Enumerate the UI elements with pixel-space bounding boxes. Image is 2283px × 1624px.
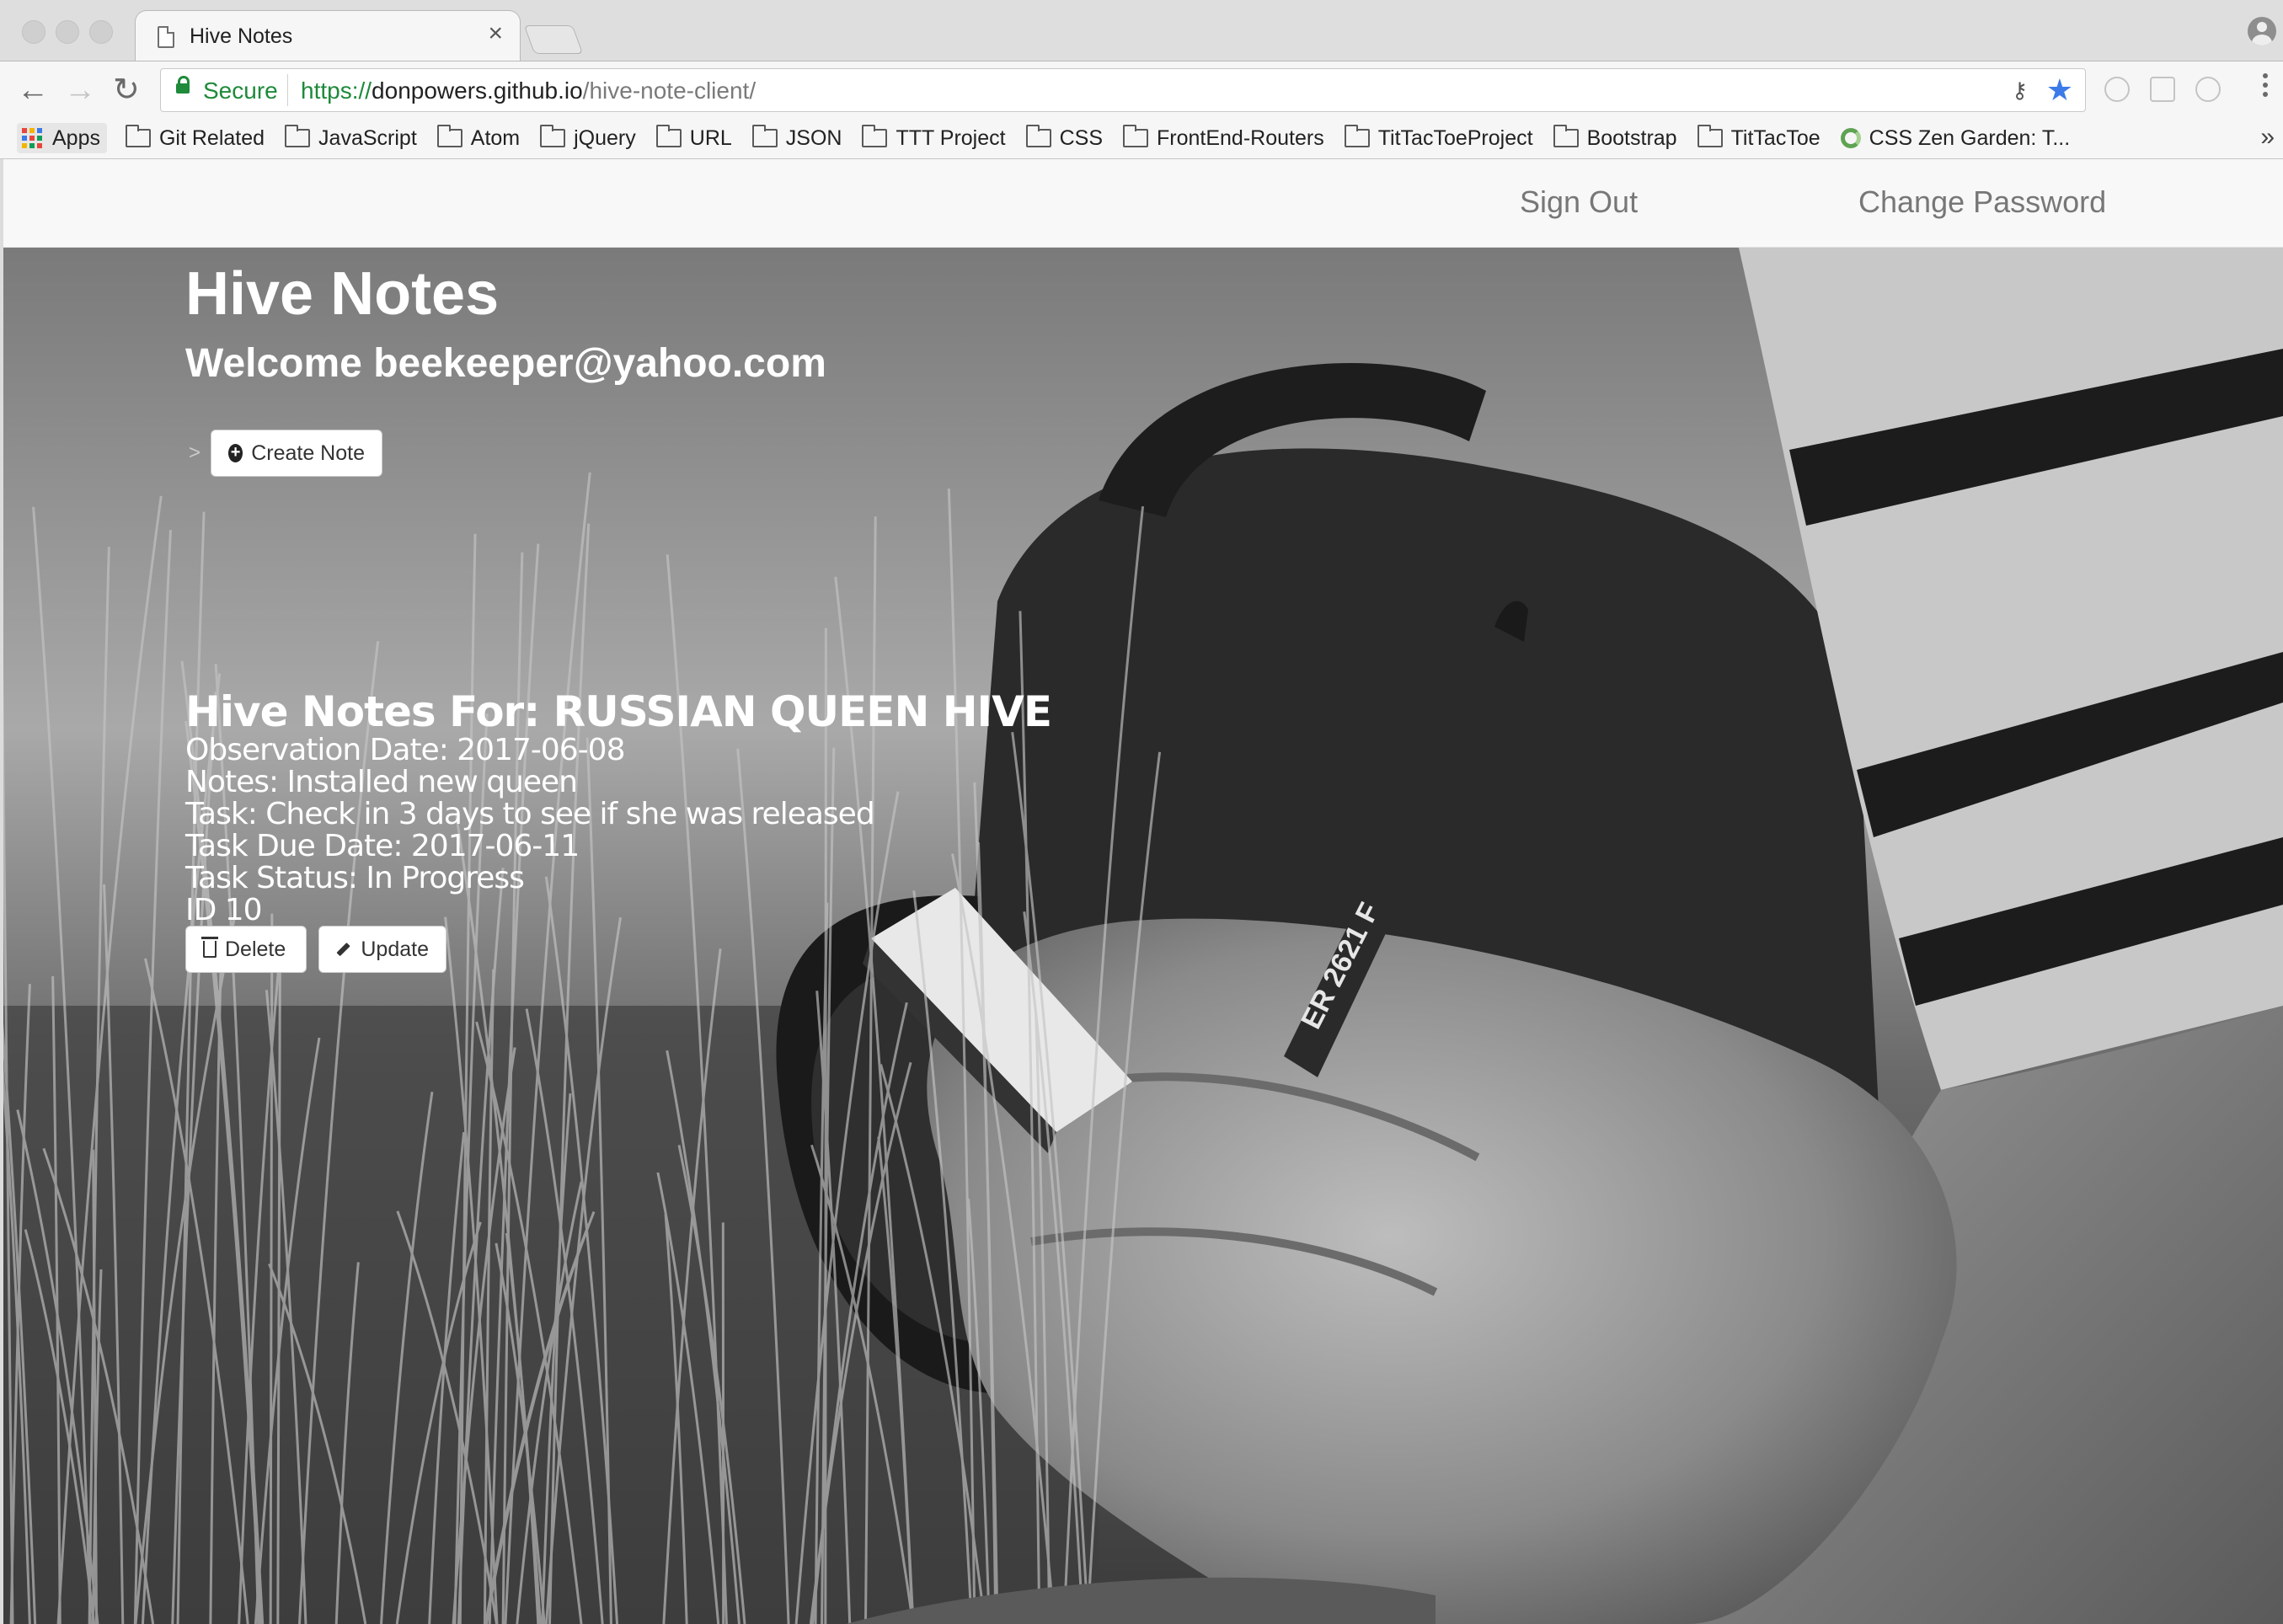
arrow-text: > xyxy=(189,441,201,464)
apps-grid-icon xyxy=(22,128,42,148)
profile-icon[interactable] xyxy=(2248,17,2276,45)
update-button[interactable]: Update xyxy=(318,926,446,973)
folder-icon xyxy=(1025,125,1051,147)
bookmark-folder[interactable]: jQuery xyxy=(540,123,636,153)
bookmark-star-icon[interactable]: ★ xyxy=(2046,72,2073,108)
bookmark-folder[interactable]: Git Related xyxy=(125,123,265,153)
tab-hive-notes[interactable]: Hive Notes × xyxy=(135,10,521,63)
folder-icon xyxy=(1344,125,1370,147)
zen-garden-icon xyxy=(1840,128,1861,148)
bookmark-label: Git Related xyxy=(158,126,265,150)
bookmark-label: JSON xyxy=(785,126,842,150)
url-scheme: https:// xyxy=(301,77,372,104)
web-page: Sign Out Change Password ER 2621 F Hive … xyxy=(3,159,2283,1624)
task-due-date: Task Due Date: 2017-06-11 xyxy=(185,829,580,863)
forward-icon[interactable]: → xyxy=(64,73,96,107)
extension-icon[interactable] xyxy=(2150,77,2175,102)
observation-date: Observation Date: 2017-06-08 xyxy=(185,733,625,767)
tab-title: Hive Notes xyxy=(190,24,293,48)
site-navbar: Sign Out Change Password xyxy=(3,159,2283,248)
bookmark-label: JavaScript xyxy=(318,126,417,150)
folder-icon xyxy=(1123,125,1148,147)
page-icon xyxy=(158,26,174,48)
page-title: Hive Notes xyxy=(185,260,500,328)
close-window-button[interactable] xyxy=(22,20,45,44)
folder-icon xyxy=(540,125,566,147)
bookmark-folder[interactable]: CSS xyxy=(1025,123,1103,153)
minimize-window-button[interactable] xyxy=(56,20,79,44)
bookmark-css-zen-garden[interactable]: CSS Zen Garden: T... xyxy=(1840,123,2071,153)
zoom-window-button[interactable] xyxy=(89,20,113,44)
bookmark-label: TitTacToe xyxy=(1730,126,1821,150)
bookmark-label: TTT Project xyxy=(896,126,1006,150)
extension-icon[interactable] xyxy=(2195,77,2221,102)
url-path: /hive-note-client/ xyxy=(582,77,757,104)
bookmark-label: Bootstrap xyxy=(1586,126,1677,150)
extension-icon[interactable] xyxy=(2104,77,2130,102)
folder-icon xyxy=(862,125,888,147)
change-password-link[interactable]: Change Password xyxy=(1858,184,2106,220)
bookmark-apps[interactable]: Apps xyxy=(17,123,107,153)
key-icon[interactable]: ⚷ xyxy=(2012,77,2028,104)
bookmark-folder[interactable]: JSON xyxy=(751,123,842,153)
folder-icon xyxy=(751,125,778,147)
bookmark-label: TitTacToeProject xyxy=(1377,126,1533,150)
bookmark-folder[interactable]: URL xyxy=(655,123,732,153)
url-text[interactable]: https://donpowers.github.io/hive-note-cl… xyxy=(301,77,756,104)
more-bookmarks-icon[interactable]: » xyxy=(2260,123,2275,152)
bookmark-label: CSS xyxy=(1059,126,1103,150)
reload-icon[interactable]: ↻ xyxy=(113,73,140,107)
sign-out-link[interactable]: Sign Out xyxy=(1520,184,1638,220)
security-label: Secure xyxy=(203,77,278,104)
tab-close-icon[interactable]: × xyxy=(488,19,503,47)
bookmark-label: CSS Zen Garden: T... xyxy=(1869,126,2071,150)
create-note-button[interactable]: + Create Note xyxy=(211,430,382,477)
create-note-label: Create Note xyxy=(251,441,365,465)
bookmark-label: jQuery xyxy=(574,126,636,150)
bookmark-folder[interactable]: Bootstrap xyxy=(1553,123,1677,153)
pencil-icon xyxy=(336,942,350,957)
new-tab-button[interactable] xyxy=(523,25,584,54)
folder-icon xyxy=(655,125,682,147)
bookmark-label: Atom xyxy=(470,126,521,150)
task-text: Task: Check in 3 days to see if she was … xyxy=(185,797,875,831)
trash-icon xyxy=(201,937,218,958)
bookmark-folder[interactable]: TTT Project xyxy=(862,123,1006,153)
address-divider xyxy=(287,74,288,106)
bookmark-folder[interactable]: TitTacToeProject xyxy=(1344,123,1533,153)
bookmark-label: FrontEnd-Routers xyxy=(1157,126,1324,150)
bookmark-label: Apps xyxy=(52,126,100,150)
note-id: ID 10 xyxy=(185,893,263,927)
address-bar[interactable]: Secure https://donpowers.github.io/hive-… xyxy=(160,68,2086,112)
bookmark-folder[interactable]: Atom xyxy=(436,123,521,153)
lock-icon xyxy=(176,76,190,93)
folder-icon xyxy=(436,125,462,147)
delete-label: Delete xyxy=(225,937,286,961)
delete-button[interactable]: Delete xyxy=(185,926,307,973)
browser-menu-icon[interactable] xyxy=(2263,73,2268,101)
folder-icon xyxy=(1697,125,1723,147)
welcome-message: Welcome beekeeper@yahoo.com xyxy=(185,341,826,386)
bookmark-folder[interactable]: JavaScript xyxy=(285,123,417,153)
bookmark-label: URL xyxy=(689,126,732,150)
back-icon[interactable]: ← xyxy=(17,73,49,107)
bookmark-folder[interactable]: TitTacToe xyxy=(1697,123,1821,153)
folder-icon xyxy=(285,125,311,147)
task-status: Task Status: In Progress xyxy=(185,861,525,895)
tab-strip: Hive Notes × xyxy=(0,0,2283,63)
plus-circle-icon: + xyxy=(228,444,243,462)
folder-icon xyxy=(125,125,151,147)
note-heading: Hive Notes For: RUSSIAN QUEEN HIVE xyxy=(185,687,1052,736)
update-label: Update xyxy=(361,937,429,961)
browser-toolbar: ← → ↻ Secure https://donpowers.github.io… xyxy=(0,61,2283,120)
bookmarks-bar: Apps Git Related JavaScript Atom jQuery URL J… xyxy=(0,120,2283,159)
url-host: donpowers.github.io xyxy=(372,77,583,104)
note-text: Notes: Installed new queen xyxy=(185,765,578,799)
folder-icon xyxy=(1553,125,1579,147)
bookmark-folder[interactable]: FrontEnd-Routers xyxy=(1123,123,1324,153)
browser-window: Hive Notes × ← → ↻ Secure https://donpow… xyxy=(0,0,2283,1624)
